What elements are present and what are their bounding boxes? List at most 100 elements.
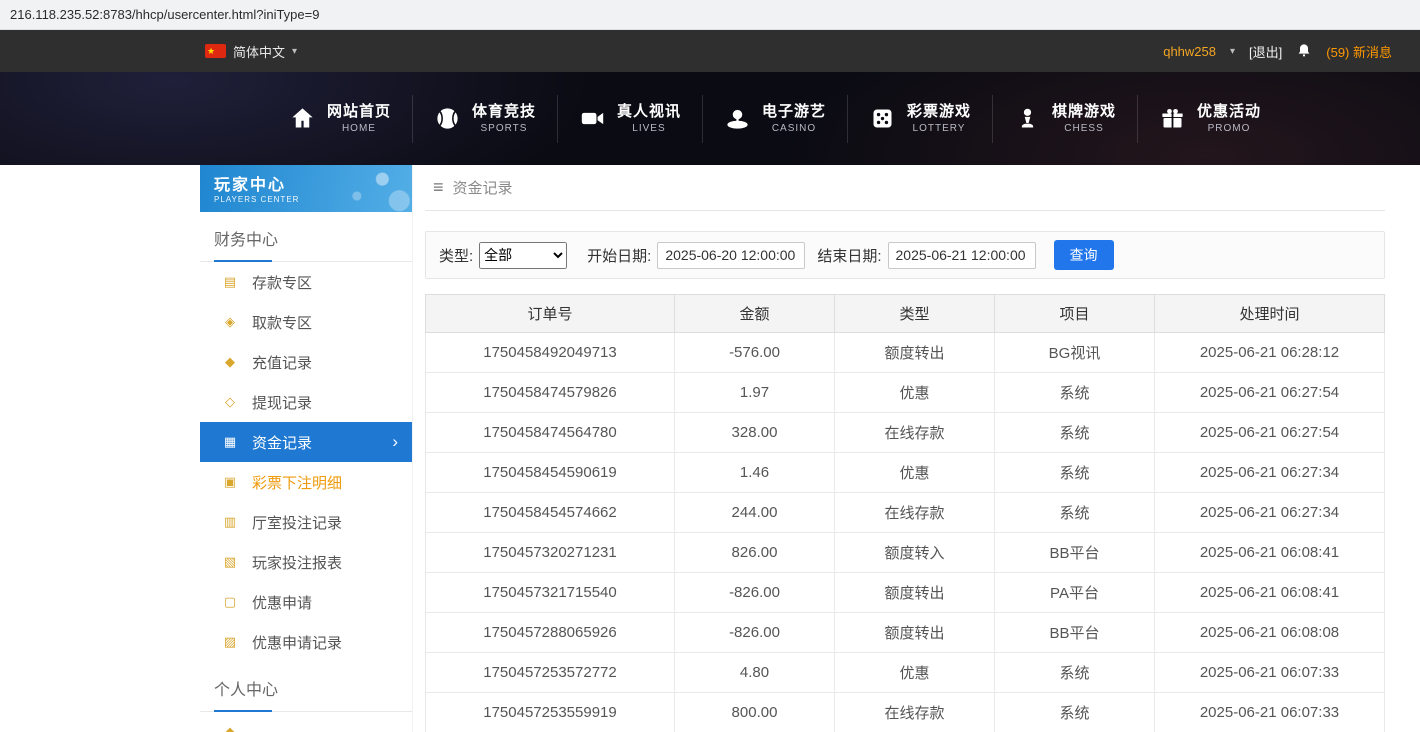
cell-type: 额度转出 xyxy=(835,333,995,373)
cell-project: 系统 xyxy=(995,493,1155,533)
withdraw-record-icon: ◇ xyxy=(222,394,238,410)
promo-icon xyxy=(1159,105,1186,132)
col-header-amount: 金额 xyxy=(675,295,835,333)
nav-item-chess[interactable]: 棋牌游戏 CHESS xyxy=(992,95,1137,143)
nav-label-en: HOME xyxy=(342,122,376,135)
cell-type: 优惠 xyxy=(835,653,995,693)
cell-order: 1750457288065926 xyxy=(426,613,675,653)
sidebar-item-deposit[interactable]: ▤ 存款专区 xyxy=(200,262,412,302)
chevron-down-icon[interactable]: ▾ xyxy=(1230,46,1235,57)
cell-amount: 1.97 xyxy=(675,373,835,413)
cell-project: BB平台 xyxy=(995,533,1155,573)
table-row: 1750458474579826 1.97 优惠 系统 2025-06-21 0… xyxy=(426,373,1385,413)
chevron-right-icon: › xyxy=(392,432,398,452)
cell-order: 1750458474579826 xyxy=(426,373,675,413)
col-header-type: 类型 xyxy=(835,295,995,333)
cell-type: 优惠 xyxy=(835,453,995,493)
content-area: 玩家中心 PLAYERS CENTER 财务中心 ▤ 存款专区 ◈ 取款专区 ◆… xyxy=(0,165,1420,732)
cell-order: 1750457321715540 xyxy=(426,573,675,613)
nav-label-en: CHESS xyxy=(1064,122,1103,135)
sidebar-item-label: 存款专区 xyxy=(252,272,312,293)
funds-record-table: 订单号 金额 类型 项目 处理时间 1750458492049713 -576.… xyxy=(425,294,1385,732)
cell-project: BB平台 xyxy=(995,613,1155,653)
china-flag-icon: ★ xyxy=(205,44,226,58)
promo-apply-icon: ▢ xyxy=(222,594,238,610)
sidebar-item-label: 彩票下注明细 xyxy=(252,472,342,493)
nav-label-cn: 棋牌游戏 xyxy=(1052,102,1116,122)
table-row: 1750457253572772 4.80 优惠 系统 2025-06-21 0… xyxy=(426,653,1385,693)
sidebar-item-promo-apply-record[interactable]: ▨ 优惠申请记录 xyxy=(200,622,412,662)
topbar: ★ 简体中文 ▾ qhhw258 ▾ [退出] (59) 新消息 xyxy=(0,30,1420,72)
cell-time: 2025-06-21 06:08:41 xyxy=(1155,573,1385,613)
col-header-order: 订单号 xyxy=(426,295,675,333)
section-personal-center: 个人中心 xyxy=(200,662,412,712)
new-messages-link[interactable]: (59) 新消息 xyxy=(1326,42,1392,61)
nav-item-lives[interactable]: 真人视讯 LIVES xyxy=(557,95,702,143)
sidebar-item-hall-bets[interactable]: ▥ 厅室投注记录 xyxy=(200,502,412,542)
logout-button[interactable]: [退出] xyxy=(1249,42,1282,61)
sidebar-item-label: 资金记录 xyxy=(252,432,312,453)
cell-time: 2025-06-21 06:28:12 xyxy=(1155,333,1385,373)
nav-label-cn: 真人视讯 xyxy=(617,102,681,122)
sidebar-item-label: 厅室投注记录 xyxy=(252,512,342,533)
funds-record-icon: ▦ xyxy=(222,434,238,450)
table-row: 1750457321715540 -826.00 额度转出 PA平台 2025-… xyxy=(426,573,1385,613)
page-url: 216.118.235.52:8783/hhcp/usercenter.html… xyxy=(10,7,319,22)
sidebar-item-label: 玩家投注报表 xyxy=(252,552,342,573)
sidebar-item-lottery-bets[interactable]: ▣ 彩票下注明细 xyxy=(200,462,412,502)
lottery-bets-icon: ▣ xyxy=(222,474,238,490)
cell-type: 额度转出 xyxy=(835,613,995,653)
cell-time: 2025-06-21 06:07:33 xyxy=(1155,693,1385,732)
sports-icon xyxy=(434,105,461,132)
player-center-sidebar: 玩家中心 PLAYERS CENTER 财务中心 ▤ 存款专区 ◈ 取款专区 ◆… xyxy=(200,165,413,732)
breadcrumb-title: 资金记录 xyxy=(453,177,513,198)
nav-label-en: SPORTS xyxy=(480,122,527,135)
language-label: 简体中文 xyxy=(233,42,285,61)
cell-type: 额度转出 xyxy=(835,573,995,613)
sidebar-item-withdraw[interactable]: ◈ 取款专区 xyxy=(200,302,412,342)
cell-time: 2025-06-21 06:27:34 xyxy=(1155,453,1385,493)
browser-address-bar[interactable]: 216.118.235.52:8783/hhcp/usercenter.html… xyxy=(0,0,1420,30)
cell-amount: -826.00 xyxy=(675,573,835,613)
cell-project: PA平台 xyxy=(995,573,1155,613)
nav-label-en: LOTTERY xyxy=(913,122,966,135)
nav-label-cn: 优惠活动 xyxy=(1197,102,1261,122)
sidebar-item-promo-apply[interactable]: ▢ 优惠申请 xyxy=(200,582,412,622)
cell-project: 系统 xyxy=(995,653,1155,693)
sidebar-title-cn: 玩家中心 xyxy=(214,171,412,195)
nav-item-lottery[interactable]: 彩票游戏 LOTTERY xyxy=(847,95,992,143)
nav-item-sports[interactable]: 体育竞技 SPORTS xyxy=(412,95,557,143)
bell-icon[interactable] xyxy=(1296,43,1312,59)
language-selector[interactable]: ★ 简体中文 ▾ xyxy=(205,42,297,61)
sidebar-title-en: PLAYERS CENTER xyxy=(214,195,412,204)
nav-label-cn: 体育竞技 xyxy=(472,102,536,122)
cell-time: 2025-06-21 06:08:41 xyxy=(1155,533,1385,573)
search-button[interactable]: 查询 xyxy=(1054,240,1114,270)
cell-amount: 4.80 xyxy=(675,653,835,693)
sidebar-item-withdraw-record[interactable]: ◇ 提现记录 xyxy=(200,382,412,422)
table-row: 1750458492049713 -576.00 额度转出 BG视讯 2025-… xyxy=(426,333,1385,373)
cell-type: 在线存款 xyxy=(835,493,995,533)
table-row: 1750457320271231 826.00 额度转入 BB平台 2025-0… xyxy=(426,533,1385,573)
sidebar-item-recharge-record[interactable]: ◆ 充值记录 xyxy=(200,342,412,382)
nav-item-promo[interactable]: 优惠活动 PROMO xyxy=(1137,95,1282,143)
end-date-input[interactable] xyxy=(888,242,1036,269)
username-menu[interactable]: qhhw258 xyxy=(1163,44,1216,59)
nav-item-home[interactable]: 网站首页 HOME xyxy=(268,95,412,143)
sidebar-item-funds-record[interactable]: ▦ 资金记录 › xyxy=(200,422,412,462)
table-header-row: 订单号 金额 类型 项目 处理时间 xyxy=(426,295,1385,333)
start-date-input[interactable] xyxy=(657,242,805,269)
chess-icon xyxy=(1014,105,1041,132)
col-header-project: 项目 xyxy=(995,295,1155,333)
hall-bets-icon: ▥ xyxy=(222,514,238,530)
lottery-icon xyxy=(869,105,896,132)
withdraw-icon: ◈ xyxy=(222,314,238,330)
menu-icon[interactable]: ≡ xyxy=(433,177,444,198)
cell-amount: -826.00 xyxy=(675,613,835,653)
nav-item-casino[interactable]: 电子游艺 CASINO xyxy=(702,95,847,143)
cell-project: 系统 xyxy=(995,693,1155,732)
sidebar-item-player-report[interactable]: ▧ 玩家投注报表 xyxy=(200,542,412,582)
left-gutter xyxy=(0,165,200,732)
sidebar-item-partial[interactable]: ◆ xyxy=(200,712,412,732)
type-select[interactable]: 全部 xyxy=(479,242,567,269)
